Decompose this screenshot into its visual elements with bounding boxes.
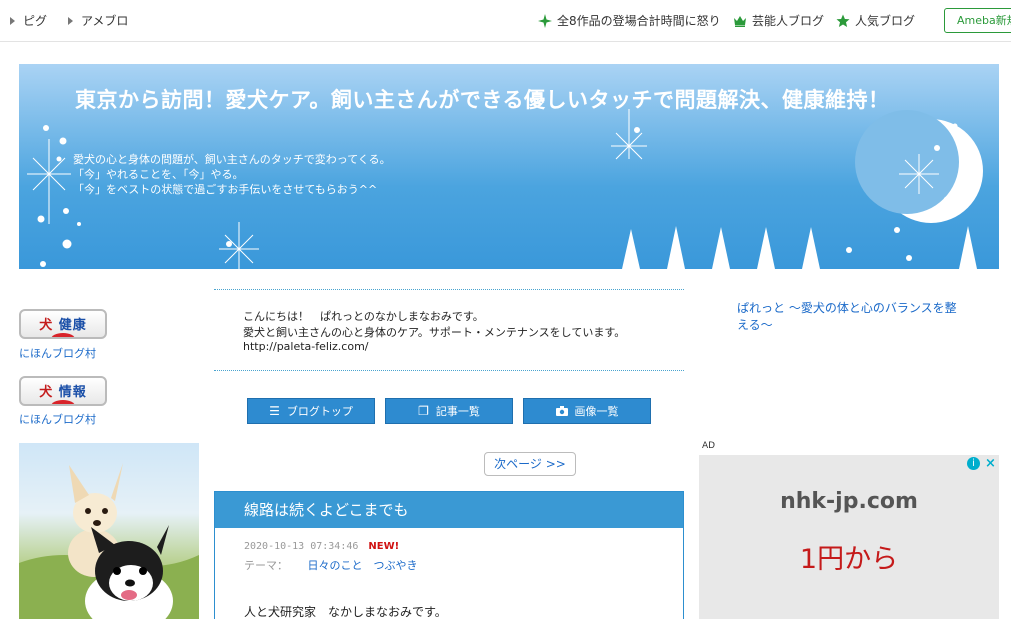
- ameblo-label: アメブロ: [81, 14, 129, 28]
- badge-text: 情報: [58, 385, 87, 400]
- profile-dog-photo[interactable]: [19, 443, 199, 619]
- crown-icon: [734, 15, 746, 27]
- intro-line: 愛犬と飼い主さんの心と身体のケア。サポート・メンテナンスをしています。: [243, 326, 626, 339]
- blogmura-caption[interactable]: にほんブログ村: [19, 411, 96, 427]
- intro-line: こんにちは！ ぱれっとのなかしまなおみです。: [243, 310, 484, 323]
- ameblo-link[interactable]: アメブロ: [68, 12, 128, 29]
- article-body: 人と犬研究家 なかしまなおみです。: [244, 605, 447, 619]
- triangle-right-icon: [10, 16, 15, 25]
- copy-icon: ❐: [418, 404, 429, 418]
- badge-char: 犬: [39, 385, 54, 400]
- right-blog-title-link[interactable]: ぱれっと ～愛犬の体と心のバランスを整える～: [737, 300, 962, 334]
- blog-description-line: 「今」やれることを、「今」やる。: [73, 168, 244, 181]
- blog-intro: こんにちは！ ぱれっとのなかしまなおみです。 愛犬と飼い主さんの心と身体のケア。…: [214, 289, 684, 371]
- blog-description-line: 「今」をベストの状態で過ごすお手伝いをさせてもらおう^^: [73, 183, 378, 196]
- article-entry: 線路は続くよどこまでも 2020-10-13 07:34:46 NEW! テーマ…: [214, 491, 684, 619]
- badge-red-arc: [51, 333, 75, 337]
- ad-price: 1円から: [799, 544, 899, 575]
- blogmura-dog-info-badge[interactable]: 犬 情報: [19, 376, 107, 406]
- article-title[interactable]: 線路は続くよどこまでも: [215, 492, 683, 528]
- pigg-label: ピグ: [23, 14, 48, 28]
- blogmura-dog-health-badge[interactable]: 犬 健康: [19, 309, 107, 339]
- ad-close-icon[interactable]: ×: [984, 457, 997, 470]
- badge-char: 犬: [39, 318, 54, 333]
- badge-text: 健康: [58, 318, 87, 333]
- new-badge: NEW!: [368, 541, 400, 552]
- blog-description: 愛犬の心と身体の問題が、飼い主さんのタッチで変わってくる。 「今」やれることを、…: [73, 152, 391, 197]
- blog-header-banner[interactable]: 東京から訪問！愛犬ケア。飼い主さんができる優しいタッチで問題解決、健康維持！ 愛…: [19, 64, 999, 269]
- trending-topic-label: 全8作品の登場合計時間に怒り: [557, 14, 721, 28]
- green-sparkle-icon: [538, 13, 552, 28]
- blog-top-label: ブログトップ: [286, 405, 353, 418]
- dog-illustration: [19, 463, 199, 619]
- ameba-signup-button[interactable]: Ameba新規: [944, 8, 1011, 33]
- article-list-label: 記事一覧: [435, 405, 480, 418]
- image-list-button[interactable]: 画像一覧: [523, 398, 651, 424]
- blog-title[interactable]: 東京から訪問！愛犬ケア。飼い主さんができる優しいタッチで問題解決、健康維持！: [75, 86, 895, 115]
- blogmura-caption[interactable]: にほんブログ村: [19, 345, 96, 361]
- article-datetime: 2020-10-13 07:34:46 NEW!: [244, 541, 399, 552]
- triangle-right-icon: [68, 16, 73, 25]
- next-page-button[interactable]: 次ページ >>: [484, 452, 576, 476]
- camera-icon: [555, 406, 568, 416]
- celebrity-blog-link[interactable]: 芸能人ブログ: [733, 12, 824, 29]
- top-navigation-bar: ピグ アメブロ 全8作品の登場合計時間に怒り 芸能人ブログ 人気ブログ Ameb…: [0, 0, 1011, 42]
- ad-info-icon[interactable]: i: [967, 457, 980, 470]
- ad-domain: nhk-jp.com: [780, 489, 918, 514]
- popular-blog-link[interactable]: 人気ブログ: [836, 12, 915, 29]
- article-list-button[interactable]: ❐ 記事一覧: [385, 398, 513, 424]
- blog-top-button[interactable]: ☰ ブログトップ: [247, 398, 375, 424]
- blog-description-line: 愛犬の心と身体の問題が、飼い主さんのタッチで変わってくる。: [73, 153, 391, 166]
- list-icon: ☰: [269, 404, 280, 418]
- advertisement[interactable]: i × nhk-jp.com 1円から: [699, 455, 999, 619]
- trending-topic-link[interactable]: 全8作品の登場合計時間に怒り: [538, 12, 721, 29]
- badge-red-arc: [51, 400, 75, 404]
- intro-url[interactable]: http://paleta-feliz.com/: [243, 340, 369, 353]
- article-theme: テーマ： 日々のこと つぶやき: [244, 557, 418, 573]
- ad-label: AD: [702, 441, 716, 451]
- popular-blog-label: 人気ブログ: [855, 14, 916, 28]
- theme-label: テーマ：: [244, 559, 288, 572]
- green-star-icon: [836, 14, 850, 27]
- image-list-label: 画像一覧: [574, 405, 619, 418]
- article-datetime-value: 2020-10-13 07:34:46: [244, 541, 359, 552]
- pigg-link[interactable]: ピグ: [10, 12, 47, 29]
- celebrity-blog-label: 芸能人ブログ: [752, 14, 825, 28]
- theme-link[interactable]: 日々のこと つぶやき: [308, 559, 418, 572]
